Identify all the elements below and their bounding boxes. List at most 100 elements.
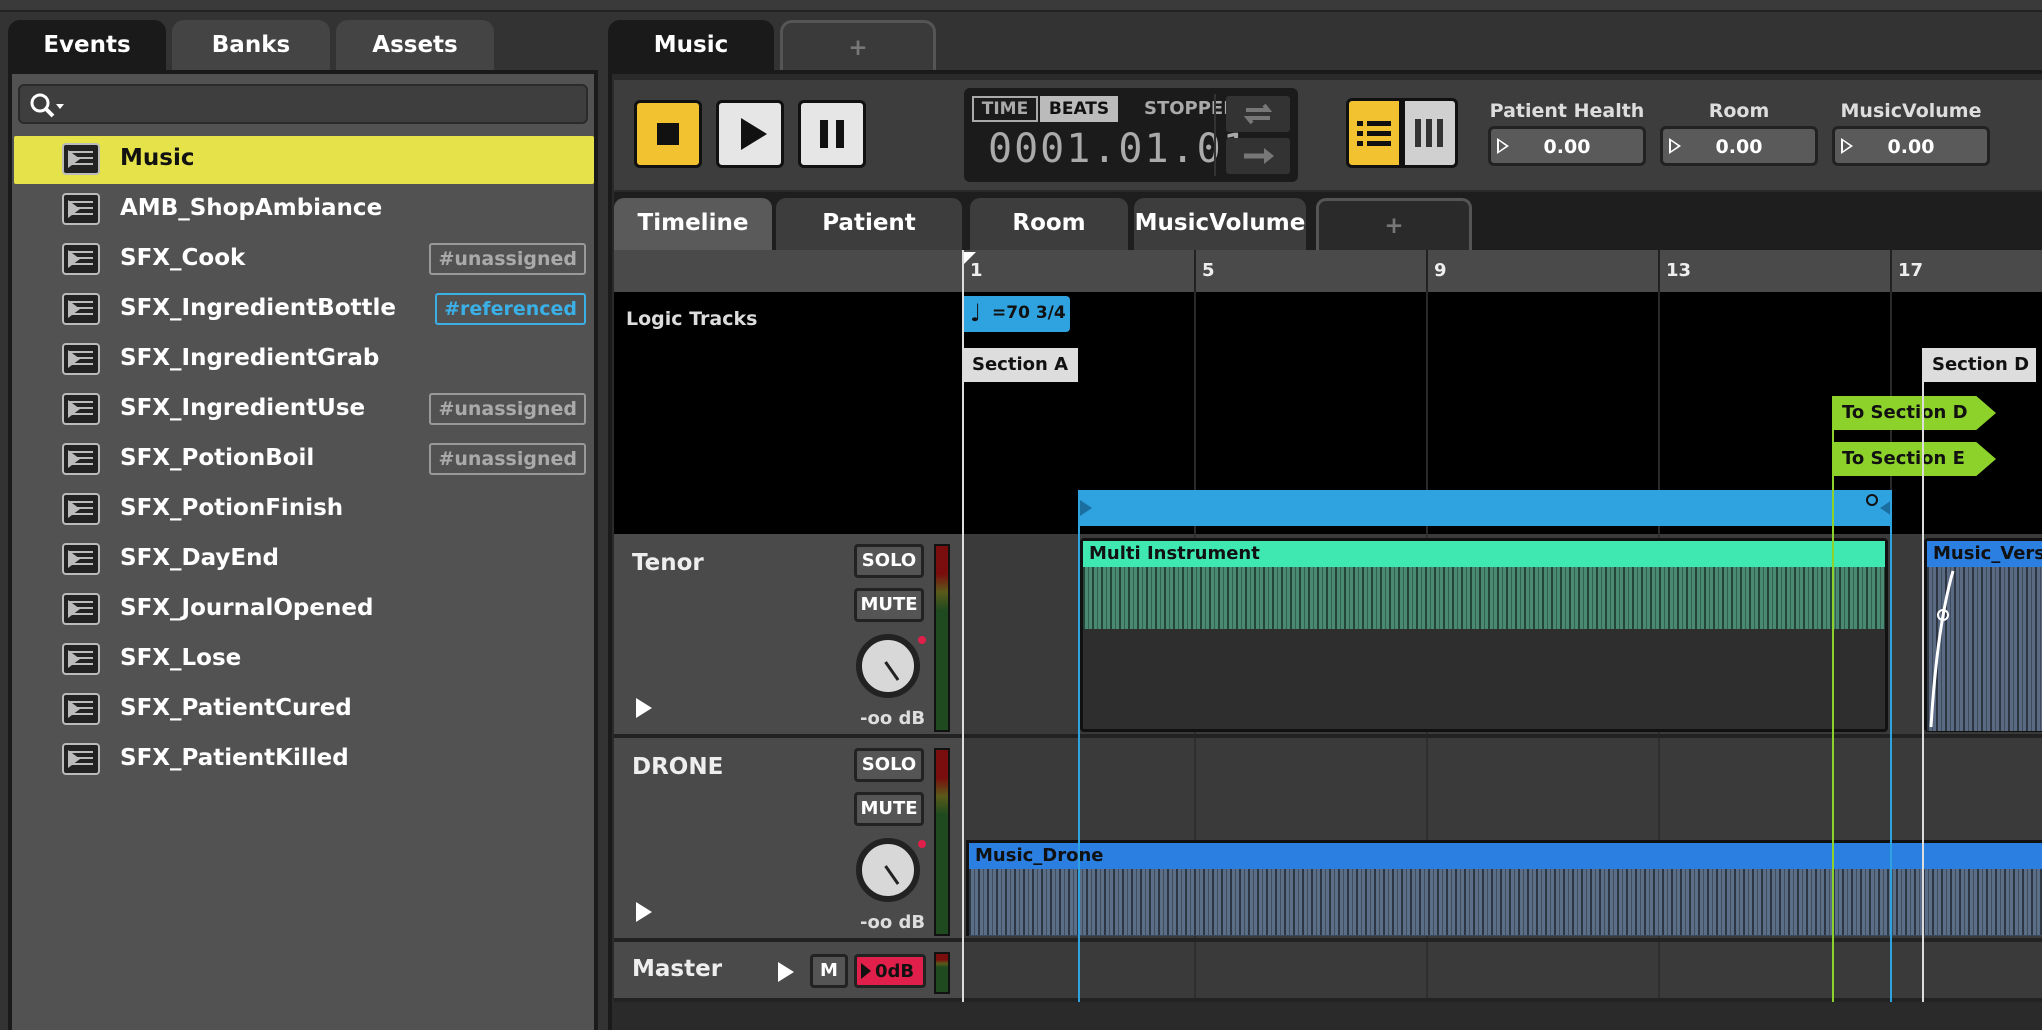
event-row[interactable]: SFX_PatientCured bbox=[14, 686, 594, 734]
marker-label: Section D bbox=[1932, 354, 2030, 375]
ruler-bar-number: 5 bbox=[1202, 260, 1215, 281]
beats-mode-button[interactable]: BEATS bbox=[1040, 96, 1118, 122]
parameter-name: Room bbox=[1708, 100, 1770, 122]
time-mode-button[interactable]: TIME bbox=[972, 96, 1038, 122]
mute-button[interactable]: MUTE bbox=[854, 792, 924, 826]
track-header-master[interactable]: Master M 0dB bbox=[614, 942, 962, 1002]
event-row[interactable]: SFX_Cook #unassigned bbox=[14, 236, 594, 284]
event-tag-badge: #referenced bbox=[435, 293, 586, 325]
search-icon[interactable] bbox=[28, 92, 68, 120]
event-row[interactable]: AMB_ShopAmbiance bbox=[14, 186, 594, 234]
track-header-drone[interactable]: DRONE SOLO MUTE -oo dB bbox=[614, 738, 962, 942]
timeline-ruler[interactable]: 1 5 9 13 17 bbox=[614, 250, 2042, 292]
event-row[interactable]: SFX_PotionFinish bbox=[14, 486, 594, 534]
event-icon bbox=[62, 493, 100, 525]
master-gain-slider[interactable]: 0dB bbox=[854, 954, 926, 988]
tab-timeline[interactable]: Timeline bbox=[614, 198, 772, 252]
event-label: SFX_PatientKilled bbox=[120, 745, 349, 771]
mixer-view-toggle[interactable] bbox=[1402, 98, 1458, 168]
tempo-label: =70 3/4 bbox=[992, 303, 1066, 323]
section-d-line bbox=[1922, 380, 1924, 1002]
solo-button[interactable]: SOLO bbox=[854, 748, 924, 782]
event-icon bbox=[62, 443, 100, 475]
solo-button[interactable]: SOLO bbox=[854, 544, 924, 578]
event-row[interactable]: SFX_DayEnd bbox=[14, 536, 594, 584]
play-button[interactable] bbox=[716, 100, 784, 168]
event-row[interactable]: SFX_PatientKilled bbox=[14, 736, 594, 784]
track-lane-drone[interactable]: Music_Drone bbox=[962, 738, 2042, 942]
tab-assets[interactable]: Assets bbox=[336, 20, 494, 74]
parameter-patient-health[interactable]: Patient Health 0.00 bbox=[1488, 100, 1646, 168]
playback-position: 0001.01.01 bbox=[988, 126, 1249, 172]
expand-track-icon[interactable] bbox=[636, 698, 652, 718]
ruler-bar-number: 13 bbox=[1666, 260, 1692, 281]
loop-start-handle[interactable] bbox=[1080, 500, 1092, 516]
event-row[interactable]: Music bbox=[14, 136, 594, 184]
track-lane-tenor[interactable]: Multi Instrument Music_Verse bbox=[962, 534, 2042, 738]
play-arrow-icon bbox=[861, 963, 871, 979]
volume-knob[interactable] bbox=[856, 838, 920, 902]
event-tag-badge: #unassigned bbox=[429, 443, 586, 475]
transition-to-section-d[interactable]: To Section D bbox=[1832, 396, 1996, 430]
parameter-value: 0.00 bbox=[1543, 136, 1591, 158]
tab-music-event[interactable]: Music bbox=[608, 20, 774, 74]
tab-music-volume[interactable]: MusicVolume bbox=[1134, 198, 1306, 252]
event-row[interactable]: SFX_IngredientBottle #referenced bbox=[14, 286, 594, 334]
marker-label: Section A bbox=[972, 354, 1068, 375]
event-label: SFX_IngredientUse bbox=[120, 395, 366, 421]
multi-instrument-module[interactable]: Multi Instrument bbox=[1080, 538, 1888, 732]
parameter-value-box[interactable]: 0.00 bbox=[1832, 126, 1990, 166]
list-icon bbox=[1357, 121, 1391, 146]
tab-banks[interactable]: Banks bbox=[172, 20, 330, 74]
parameter-value-box[interactable]: 0.00 bbox=[1488, 126, 1646, 166]
deck-view-toggle[interactable] bbox=[1346, 98, 1402, 168]
waveform bbox=[1083, 567, 1885, 629]
master-mute-button[interactable]: M bbox=[810, 954, 848, 988]
event-row[interactable]: SFX_JournalOpened bbox=[14, 586, 594, 634]
event-label: SFX_IngredientGrab bbox=[120, 345, 380, 371]
event-row[interactable]: SFX_IngredientGrab bbox=[14, 336, 594, 384]
loop-region[interactable] bbox=[1080, 490, 1892, 526]
transition-to-section-e[interactable]: To Section E bbox=[1832, 442, 1996, 476]
tempo-marker[interactable]: ♩ =70 3/4 bbox=[964, 296, 1070, 332]
section-marker-a[interactable]: Section A bbox=[964, 348, 1078, 382]
event-label: Music bbox=[120, 145, 195, 171]
loop-start-line bbox=[1078, 490, 1080, 1002]
mute-button[interactable]: MUTE bbox=[854, 588, 924, 622]
time-display: TIME BEATS STOPPED 0001.01.01 bbox=[964, 88, 1298, 182]
parameter-music-volume[interactable]: MusicVolume 0.00 bbox=[1832, 100, 1990, 168]
tab-room[interactable]: Room bbox=[970, 198, 1128, 252]
music-verse-module[interactable]: Music_Verse bbox=[1924, 538, 2042, 732]
tab-patient-health[interactable]: Patient Health bbox=[776, 198, 962, 286]
bottom-scrollbar[interactable] bbox=[614, 1004, 2042, 1030]
loop-button[interactable] bbox=[1226, 96, 1290, 132]
music-drone-module[interactable]: Music_Drone bbox=[966, 840, 2042, 936]
note-icon: ♩ bbox=[970, 299, 982, 327]
stop-button[interactable] bbox=[634, 100, 702, 168]
playhead-marker[interactable] bbox=[962, 252, 976, 266]
event-icon bbox=[62, 243, 100, 275]
event-label: SFX_Lose bbox=[120, 645, 242, 671]
track-header-tenor[interactable]: Tenor SOLO MUTE -oo dB bbox=[614, 534, 962, 738]
fade-curve bbox=[1929, 570, 1955, 728]
event-row[interactable]: SFX_PotionBoil #unassigned bbox=[14, 436, 594, 484]
window-top-strip bbox=[0, 0, 2042, 12]
tab-events[interactable]: Events bbox=[8, 20, 166, 74]
section-marker-d[interactable]: Section D bbox=[1922, 348, 2036, 382]
add-event-tab-button[interactable]: + bbox=[780, 20, 936, 74]
search-input[interactable] bbox=[18, 84, 588, 124]
expand-track-icon[interactable] bbox=[778, 962, 794, 982]
parameter-room[interactable]: Room 0.00 bbox=[1660, 100, 1818, 168]
expand-track-icon[interactable] bbox=[636, 902, 652, 922]
event-row[interactable]: SFX_Lose bbox=[14, 636, 594, 684]
parameter-value-box[interactable]: 0.00 bbox=[1660, 126, 1818, 166]
pause-button[interactable] bbox=[798, 100, 866, 168]
event-label: SFX_IngredientBottle bbox=[120, 295, 396, 321]
volume-readout: -oo dB bbox=[860, 708, 926, 729]
event-row[interactable]: SFX_IngredientUse #unassigned bbox=[14, 386, 594, 434]
event-icon bbox=[62, 343, 100, 375]
volume-knob[interactable] bbox=[856, 634, 920, 698]
automation-dot bbox=[918, 636, 926, 644]
follow-playback-button[interactable] bbox=[1226, 138, 1290, 174]
add-parameter-tab-button[interactable]: + bbox=[1316, 198, 1472, 252]
